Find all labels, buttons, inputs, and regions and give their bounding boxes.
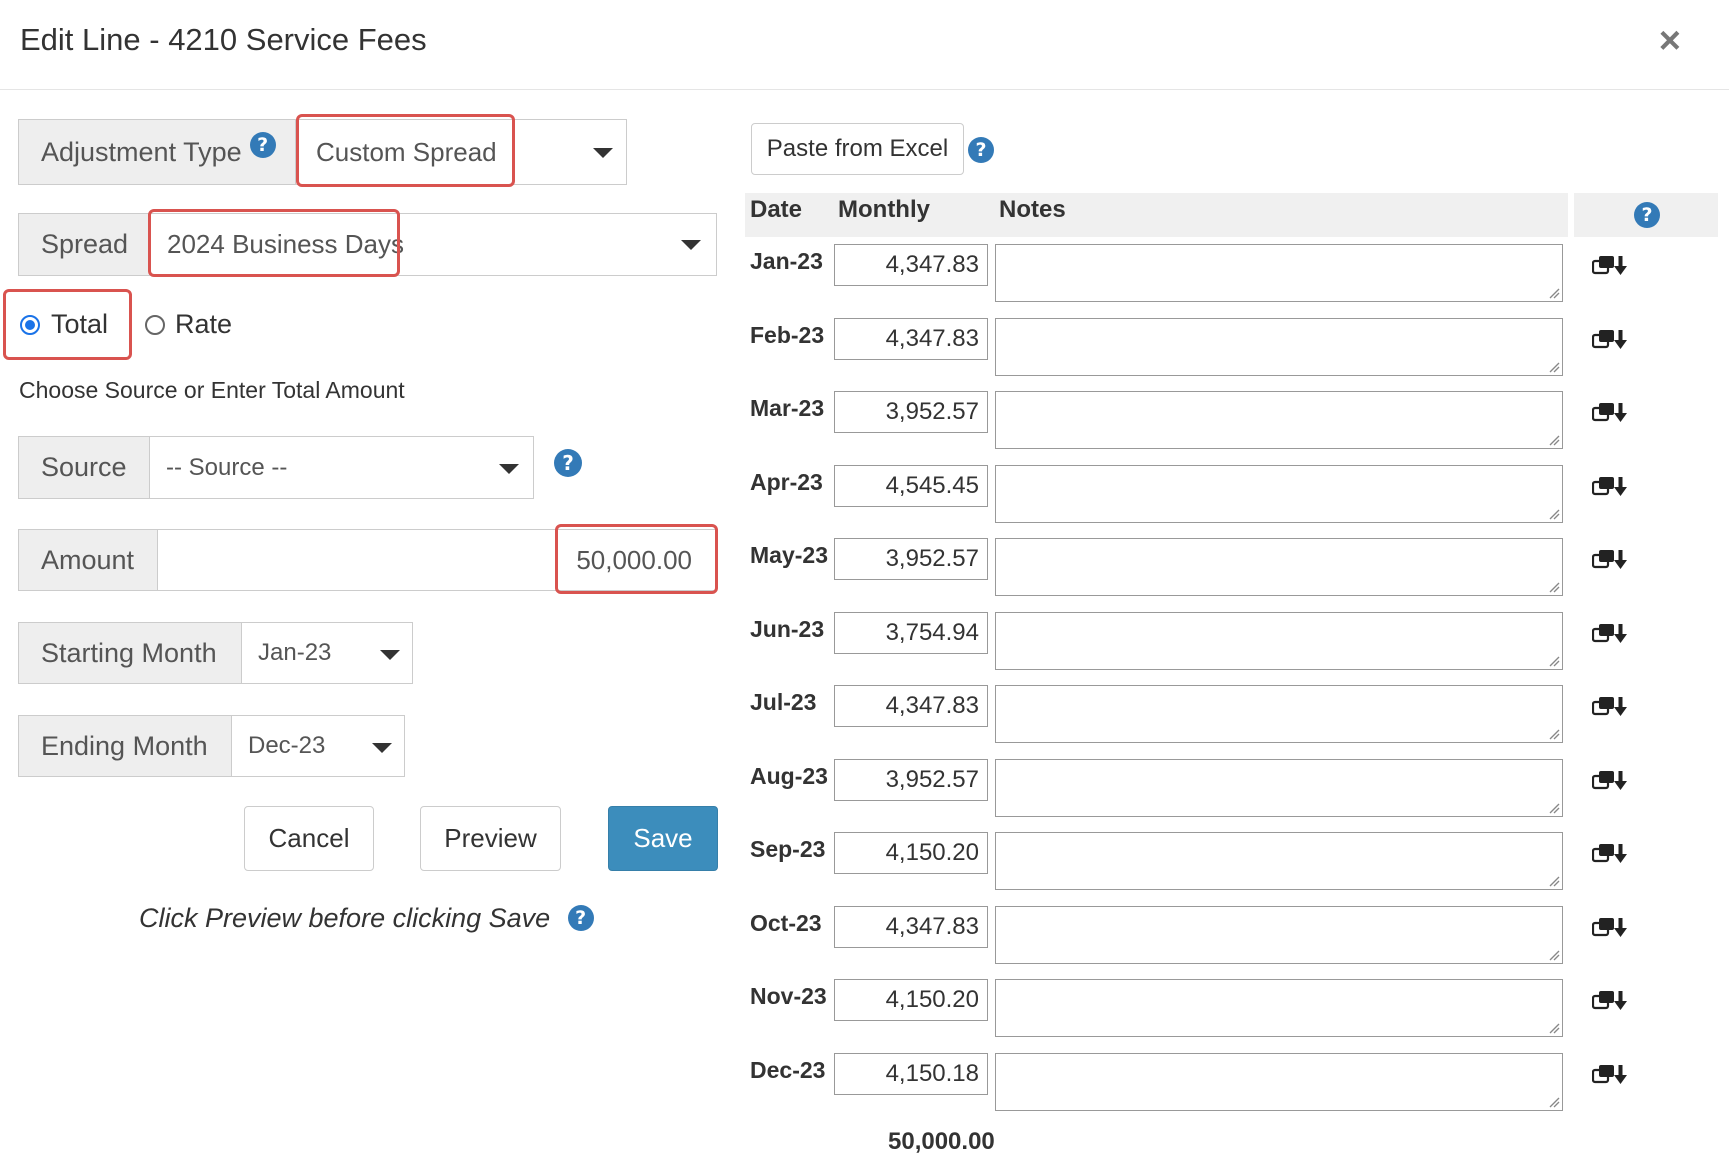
row-date: Jun-23 xyxy=(750,616,825,642)
adjustment-type-label: Adjustment Type ? xyxy=(18,119,296,185)
monthly-input[interactable]: 3,952.57 xyxy=(834,759,988,801)
amount-input[interactable]: 50,000.00 xyxy=(157,529,717,591)
resize-grip-icon[interactable] xyxy=(1548,875,1560,887)
resize-grip-icon[interactable] xyxy=(1548,434,1560,446)
monthly-input[interactable]: 3,952.57 xyxy=(834,538,988,580)
paste-from-excel-button[interactable]: Paste from Excel xyxy=(751,123,964,175)
row-date: Aug-23 xyxy=(750,763,828,789)
total-radio[interactable] xyxy=(20,315,40,335)
close-icon[interactable]: × xyxy=(1659,22,1681,60)
row-date: Apr-23 xyxy=(750,469,823,495)
notes-textarea[interactable] xyxy=(995,538,1563,596)
hint-text: Choose Source or Enter Total Amount xyxy=(19,377,405,403)
source-select[interactable]: -- Source -- xyxy=(149,436,534,499)
notes-textarea[interactable] xyxy=(995,832,1563,890)
ending-month-label: Ending Month xyxy=(18,715,232,777)
monthly-input[interactable]: 3,952.57 xyxy=(834,391,988,433)
monthly-total: 50,000.00 xyxy=(888,1128,995,1155)
cancel-button[interactable]: Cancel xyxy=(244,806,374,871)
resize-grip-icon[interactable] xyxy=(1548,655,1560,667)
caret-down-icon xyxy=(681,240,701,250)
notes-textarea[interactable] xyxy=(995,391,1563,449)
row-date: Nov-23 xyxy=(750,983,827,1009)
notes-textarea[interactable] xyxy=(995,685,1563,743)
dialog-header: Edit Line - 4210 Service Fees × xyxy=(0,0,1729,90)
monthly-input[interactable]: 4,347.83 xyxy=(834,906,988,948)
copy-down-icon[interactable] xyxy=(1592,989,1628,1011)
copy-down-icon[interactable] xyxy=(1592,695,1628,717)
save-button[interactable]: Save xyxy=(608,806,718,871)
total-radio-label[interactable]: Total xyxy=(51,309,108,340)
copy-down-icon[interactable] xyxy=(1592,622,1628,644)
copy-down-icon[interactable] xyxy=(1592,328,1628,350)
notes-textarea[interactable] xyxy=(995,612,1563,670)
copy-down-icon[interactable] xyxy=(1592,1063,1628,1085)
adjustment-type-select[interactable]: Custom Spread xyxy=(295,119,627,185)
rate-radio[interactable] xyxy=(145,315,165,335)
caret-down-icon xyxy=(593,148,613,158)
preview-note: Click Preview before clicking Save ? xyxy=(139,903,594,934)
notes-textarea[interactable] xyxy=(995,244,1563,302)
preview-button[interactable]: Preview xyxy=(420,806,561,871)
row-date: Sep-23 xyxy=(750,836,826,862)
copy-down-icon[interactable] xyxy=(1592,475,1628,497)
copy-down-icon[interactable] xyxy=(1592,769,1628,791)
help-icon[interactable]: ? xyxy=(554,449,582,477)
row-date: Feb-23 xyxy=(750,322,825,348)
row-date: Dec-23 xyxy=(750,1057,826,1083)
header-date: Date xyxy=(750,196,803,223)
copy-down-icon[interactable] xyxy=(1592,401,1628,423)
resize-grip-icon[interactable] xyxy=(1548,581,1560,593)
resize-grip-icon[interactable] xyxy=(1548,802,1560,814)
caret-down-icon xyxy=(372,743,392,753)
monthly-input[interactable]: 4,347.83 xyxy=(834,685,988,727)
monthly-input[interactable]: 4,150.20 xyxy=(834,979,988,1021)
notes-textarea[interactable] xyxy=(995,1053,1563,1111)
monthly-input[interactable]: 4,150.18 xyxy=(834,1053,988,1095)
ending-month-select[interactable]: Dec-23 xyxy=(231,715,405,777)
copy-down-icon[interactable] xyxy=(1592,842,1628,864)
spread-select[interactable]: 2024 Business Days xyxy=(149,213,717,276)
help-icon[interactable]: ? xyxy=(968,137,994,163)
dialog-title: Edit Line - 4210 Service Fees xyxy=(20,22,427,57)
resize-grip-icon[interactable] xyxy=(1548,1022,1560,1034)
resize-grip-icon[interactable] xyxy=(1548,1096,1560,1108)
resize-grip-icon[interactable] xyxy=(1548,949,1560,961)
resize-grip-icon[interactable] xyxy=(1548,508,1560,520)
notes-textarea[interactable] xyxy=(995,318,1563,376)
help-icon[interactable]: ? xyxy=(567,905,594,931)
resize-grip-icon[interactable] xyxy=(1548,287,1560,299)
copy-down-icon[interactable] xyxy=(1592,916,1628,938)
help-icon[interactable]: ? xyxy=(249,132,276,158)
resize-grip-icon[interactable] xyxy=(1548,728,1560,740)
notes-textarea[interactable] xyxy=(995,979,1563,1037)
row-date: Oct-23 xyxy=(750,910,822,936)
amount-label: Amount xyxy=(18,529,158,591)
monthly-input[interactable]: 4,347.83 xyxy=(834,244,988,286)
monthly-input[interactable]: 4,150.20 xyxy=(834,832,988,874)
row-date: May-23 xyxy=(750,542,828,568)
notes-textarea[interactable] xyxy=(995,465,1563,523)
resize-grip-icon[interactable] xyxy=(1548,361,1560,373)
row-date: Jul-23 xyxy=(750,689,817,715)
source-label: Source xyxy=(18,436,150,499)
notes-textarea[interactable] xyxy=(995,906,1563,964)
starting-month-select[interactable]: Jan-23 xyxy=(241,622,413,684)
rate-radio-label[interactable]: Rate xyxy=(175,309,232,340)
header-monthly: Monthly xyxy=(838,196,930,223)
monthly-input[interactable]: 4,545.45 xyxy=(834,465,988,507)
caret-down-icon xyxy=(499,464,519,474)
starting-month-label: Starting Month xyxy=(18,622,242,684)
monthly-input[interactable]: 3,754.94 xyxy=(834,612,988,654)
copy-down-icon[interactable] xyxy=(1592,254,1628,276)
help-icon[interactable]: ? xyxy=(1634,202,1660,228)
notes-textarea[interactable] xyxy=(995,759,1563,817)
header-notes: Notes xyxy=(999,196,1066,223)
row-date: Jan-23 xyxy=(750,248,823,274)
caret-down-icon xyxy=(380,650,400,660)
row-date: Mar-23 xyxy=(750,395,825,421)
monthly-input[interactable]: 4,347.83 xyxy=(834,318,988,360)
copy-down-icon[interactable] xyxy=(1592,548,1628,570)
spread-label: Spread xyxy=(18,213,150,276)
